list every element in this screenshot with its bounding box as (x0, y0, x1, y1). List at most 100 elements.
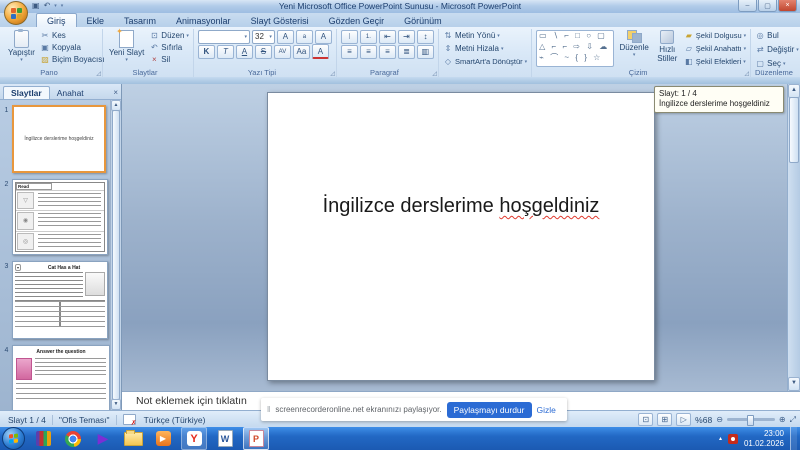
shrink-font-button[interactable]: a (295, 29, 313, 44)
panel-tab-outline[interactable]: Anahat (50, 87, 91, 99)
justify-icon[interactable]: ≣ (397, 44, 415, 59)
taskbar-winrar[interactable] (31, 428, 55, 449)
slide-thumbnail-2[interactable]: 2 Read ▽ ◉ ◎ (1, 179, 111, 255)
align-center-icon[interactable]: ≡ (359, 44, 377, 59)
new-slide-button[interactable]: ✦ Yeni Slayt ▾ (107, 27, 146, 67)
tab-giris[interactable]: Giriş (36, 13, 77, 27)
slide-title-text[interactable]: İngilizce derslerime hoşgeldiniz (268, 195, 654, 218)
taskbar-chrome[interactable] (61, 428, 85, 449)
bold-button[interactable]: K (197, 44, 215, 59)
taskbar-yandex[interactable]: Y (181, 427, 207, 450)
grow-font-button[interactable]: A (276, 29, 294, 44)
vertical-scrollbar[interactable]: ▲ ▼ (787, 84, 800, 392)
fit-to-window-icon[interactable]: ⤢ (790, 415, 796, 425)
find-button[interactable]: ◎ Bul (755, 30, 799, 41)
line-spacing-icon[interactable]: ↕ (416, 29, 434, 44)
layout-button[interactable]: ⊡ Düzen ▾ (149, 30, 189, 41)
reset-button[interactable]: ↶ Sıfırla (149, 42, 189, 53)
panel-scroll-down-icon[interactable]: ▼ (111, 399, 121, 410)
convert-smartart-button[interactable]: ◇ SmartArt'a Dönüştür ▾ (443, 56, 527, 67)
hide-link[interactable]: Gizle (537, 405, 556, 415)
arrange-button[interactable]: Düzenle ▾ (617, 30, 650, 67)
slide-thumbnail-image: İngilizce derslerime hoşgeldiniz (12, 105, 106, 173)
zoom-in-icon[interactable]: ⊕ (779, 415, 786, 424)
slide-editor[interactable]: İngilizce derslerime hoşgeldiniz (267, 92, 655, 381)
slideshow-icon[interactable]: ▷ (676, 413, 692, 426)
tab-gozden-gecir[interactable]: Gözden Geçir (319, 14, 395, 27)
tab-ekle[interactable]: Ekle (77, 14, 115, 27)
stop-sharing-button[interactable]: Paylaşmayı durdur (446, 401, 532, 418)
shape-effects-button[interactable]: ◧ Şekil Efektleri ▾ (684, 56, 746, 67)
delete-button[interactable]: × Sil (149, 54, 189, 65)
panel-tab-slides[interactable]: Slaytlar (3, 86, 50, 99)
font-dialog-launcher-icon[interactable]: ◿ (330, 70, 335, 77)
zoom-slider-thumb[interactable] (746, 415, 754, 426)
language-status[interactable]: Türkçe (Türkiye) (144, 415, 206, 425)
close-button[interactable]: × (778, 0, 797, 12)
font-size-select[interactable]: 32 ▾ (252, 29, 275, 44)
taskbar-explorer[interactable] (121, 428, 145, 449)
panel-close-icon[interactable]: × (113, 88, 118, 99)
font-name-select[interactable]: ▾ (197, 29, 251, 44)
font-color-button[interactable]: A (311, 44, 329, 59)
italic-button[interactable]: T (216, 44, 234, 59)
start-button[interactable] (2, 427, 25, 450)
tray-expand-icon[interactable]: ▴ (719, 435, 722, 442)
paste-button[interactable]: Yapıştır ▾ (6, 29, 37, 67)
tab-tasarim[interactable]: Tasarım (114, 14, 166, 27)
zoom-slider[interactable] (726, 415, 775, 426)
clipboard-dialog-launcher-icon[interactable]: ◿ (96, 70, 101, 77)
taskbar-word[interactable]: W (213, 428, 237, 449)
normal-view-icon[interactable]: ⊡ (638, 413, 654, 426)
strikethrough-button[interactable]: S (254, 44, 272, 59)
indent-decrease-icon[interactable]: ⇤ (378, 29, 396, 44)
panel-scrollbar[interactable]: ▲ ▼ (110, 100, 121, 410)
office-button[interactable] (4, 1, 28, 25)
slide-sorter-icon[interactable]: ⊞ (657, 413, 673, 426)
copy-button[interactable]: ▣ Kopyala (40, 42, 104, 53)
scroll-up-icon[interactable]: ▲ (788, 84, 800, 98)
align-text-button[interactable]: ⇕ Metni Hizala ▾ (443, 43, 527, 54)
indent-increase-icon[interactable]: ⇥ (397, 29, 415, 44)
character-spacing-button[interactable]: AV (273, 44, 291, 59)
taskbar-media-player[interactable]: ▶ (91, 428, 115, 449)
align-left-icon[interactable]: ≡ (340, 44, 358, 59)
shape-fill-button[interactable]: ▰ Şekil Dolgusu ▾ (684, 30, 746, 41)
slide-thumbnail-4[interactable]: 4 Answer the question (1, 345, 111, 410)
tab-gorunum[interactable]: Görünüm (394, 14, 452, 27)
zoom-out-icon[interactable]: ⊖ (716, 415, 723, 424)
taskbar-clock[interactable]: 23:00 01.02.2026 (744, 429, 784, 448)
pause-icon[interactable]: ‖ (267, 405, 270, 414)
shapes-gallery[interactable]: ▭ ∖ ⌐ □ ○ ▢ △ ⌐ ⌐ ⇨ ⇩ ☁ ⌁ ⌒ ~ { } ☆ (536, 30, 615, 67)
panel-scroll-thumb[interactable] (112, 110, 120, 400)
tab-animasyonlar[interactable]: Animasyonlar (166, 14, 241, 27)
maximize-button[interactable]: ▢ (758, 0, 777, 12)
bullets-icon[interactable]: ⁝ (340, 29, 358, 44)
replace-button[interactable]: ⇄ Değiştir ▾ (755, 44, 799, 55)
cut-button[interactable]: ✂ Kes (40, 30, 104, 41)
change-case-button[interactable]: Aa (292, 44, 310, 59)
columns-icon[interactable]: ▥ (416, 44, 434, 59)
align-right-icon[interactable]: ≡ (378, 44, 396, 59)
clear-formatting-button[interactable]: A (314, 29, 332, 44)
scroll-thumb[interactable] (789, 97, 799, 163)
taskbar-video-player[interactable]: ▶ (151, 428, 175, 449)
text-direction-button[interactable]: ⇅ Metin Yönü ▾ (443, 30, 527, 41)
spell-check-icon[interactable]: ✗ (122, 414, 137, 427)
format-painter-button[interactable]: ▨ Biçim Boyacısı (40, 54, 104, 65)
numbering-icon[interactable]: 1. (359, 29, 377, 44)
paragraph-dialog-launcher-icon[interactable]: ◿ (432, 70, 437, 77)
shape-outline-button[interactable]: ▱ Şekil Anahattı ▾ (684, 43, 746, 54)
underline-button[interactable]: A (235, 44, 253, 59)
recorder-tray-icon[interactable] (727, 433, 738, 444)
slide-thumbnail-3[interactable]: 3 ▾ Cat Has a Hat (1, 261, 111, 339)
scroll-down-icon[interactable]: ▼ (788, 377, 800, 392)
zoom-percentage[interactable]: %68 (695, 415, 712, 425)
taskbar-powerpoint[interactable]: P (243, 427, 269, 450)
tab-slayt-gosterisi[interactable]: Slayt Gösterisi (241, 14, 319, 27)
show-desktop-button[interactable] (790, 427, 797, 450)
drawing-dialog-launcher-icon[interactable]: ◿ (745, 70, 750, 77)
quick-styles-button[interactable]: Hızlı Stiller (654, 30, 681, 67)
slide-thumbnail-1[interactable]: 1 İngilizce derslerime hoşgeldiniz (1, 105, 111, 173)
minimize-button[interactable]: – (738, 0, 757, 12)
